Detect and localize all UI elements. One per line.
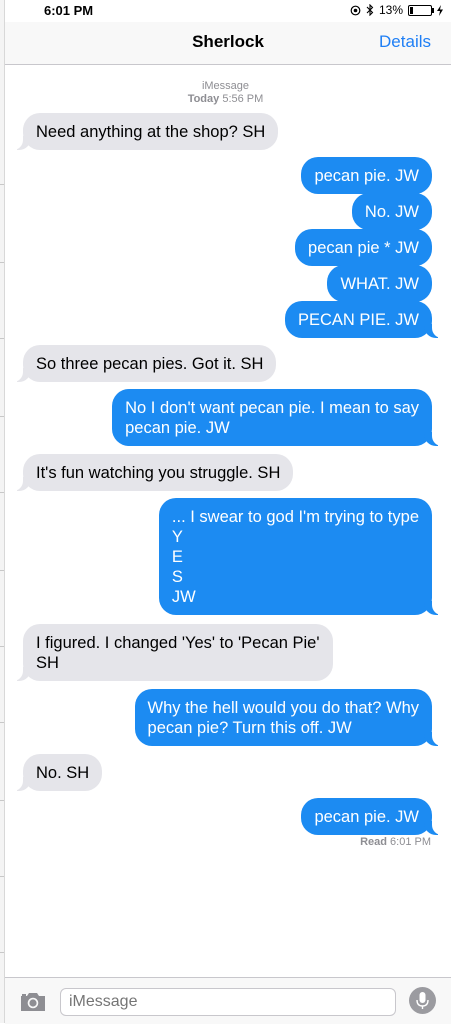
outgoing-message[interactable]: ... I swear to god I'm trying to type Y … [158,498,443,615]
outgoing-message[interactable]: WHAT. JW [327,265,432,302]
battery-level [410,6,413,14]
conversation-meta: iMessage Today 5:56 PM [0,80,451,106]
status-time: 6:01 PM [44,3,94,18]
composer-bar [5,977,451,1024]
details-button[interactable]: Details [379,32,431,52]
incoming-message[interactable]: I figured. I changed 'Yes' to 'Pecan Pie… [13,624,333,681]
timestamp-day: Today [187,93,220,105]
left-edge-strip [0,0,5,1023]
microphone-icon [416,992,429,1009]
status-bar: 6:01 PM 13% [0,0,451,22]
outgoing-message[interactable]: pecan pie * JW [295,229,432,266]
incoming-message[interactable]: Need anything at the shop? SH [12,113,279,150]
timestamp: Today 5:56 PM [0,93,451,106]
battery-icon [408,4,434,16]
charging-icon [437,4,443,16]
timestamp-time: 5:56 PM [222,93,264,105]
incoming-message[interactable]: No. SH [12,754,103,791]
outgoing-message[interactable]: pecan pie. JW [301,157,432,194]
read-label: Read [360,836,387,848]
read-receipt: Read 6:01 PM [360,836,431,848]
incoming-message[interactable]: It's fun watching you struggle. SH [12,454,294,491]
outgoing-message[interactable]: No. JW [351,193,432,230]
location-icon [350,5,361,15]
read-time: 6:01 PM [390,836,431,848]
camera-icon[interactable] [19,992,47,1012]
microphone-button[interactable] [409,987,436,1014]
outgoing-message[interactable]: No I don't want pecan pie. I mean to say… [112,389,442,446]
outgoing-message[interactable]: pecan pie. JW [301,798,442,835]
message-input[interactable] [60,988,396,1016]
battery-percent: 13% [378,3,403,17]
navigation-bar: Sherlock Details [5,22,451,65]
outgoing-message[interactable]: PECAN PIE. JW [284,301,443,338]
service-label: iMessage [201,80,250,92]
outgoing-message[interactable]: Why the hell would you do that? Why peca… [134,689,443,746]
incoming-message[interactable]: So three pecan pies. Got it. SH [12,345,277,382]
bluetooth-icon [366,4,374,16]
